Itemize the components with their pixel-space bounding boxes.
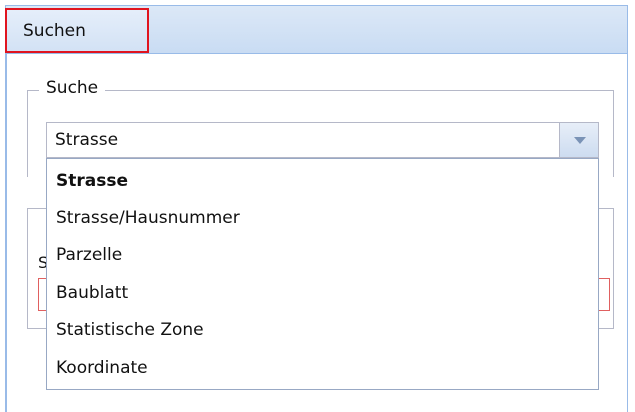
search-screen: Suchen Suche S Strasse Strasse Strasse/H… (0, 0, 635, 412)
dropdown-option-baublatt[interactable]: Baublatt (56, 283, 128, 303)
dropdown-option-parzelle[interactable]: Parzelle (56, 245, 122, 265)
search-type-dropdown: Strasse Strasse/Hausnummer Parzelle Baub… (46, 158, 599, 390)
dropdown-option-strasse[interactable]: Strasse (56, 171, 128, 191)
combo-value: Strasse (55, 130, 119, 150)
combo-trigger-button[interactable] (559, 123, 598, 157)
tab-label: Suchen (23, 21, 86, 41)
search-type-combo[interactable]: Strasse (46, 122, 599, 158)
search-fieldset-legend: Suche (39, 78, 106, 98)
dropdown-option-koordinate[interactable]: Koordinate (56, 358, 148, 378)
chevron-down-icon (574, 137, 586, 144)
dropdown-option-statistische-zone[interactable]: Statistische Zone (56, 320, 204, 340)
tab-suchen[interactable]: Suchen (5, 8, 149, 53)
dropdown-option-strasse-hausnummer[interactable]: Strasse/Hausnummer (56, 208, 240, 228)
